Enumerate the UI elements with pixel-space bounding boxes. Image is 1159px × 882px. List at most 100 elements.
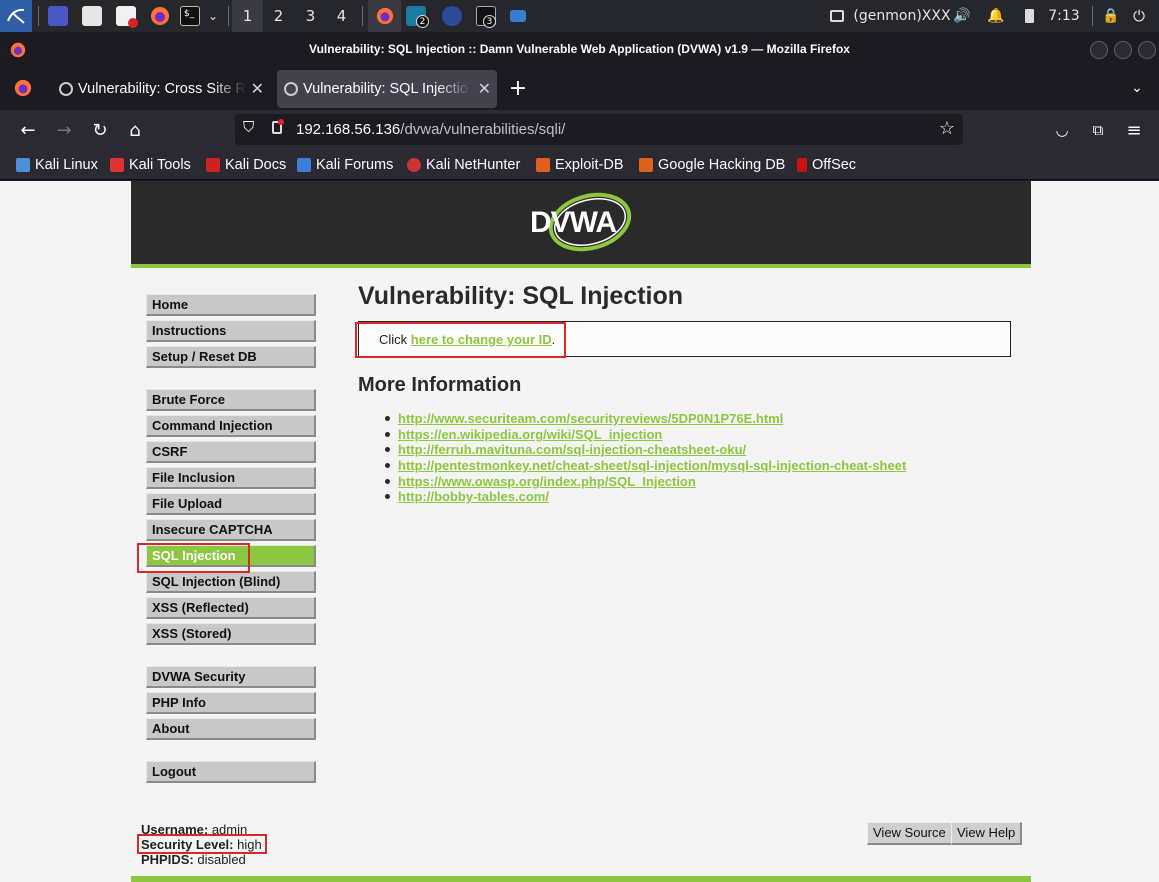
bookmark-google-hacking-db[interactable]: Google Hacking DB [639, 155, 785, 175]
highlight-security-level [137, 834, 267, 854]
extensions-puzzle-icon[interactable]: ⧉ [1083, 116, 1113, 144]
reload-icon[interactable]: ↻ [85, 116, 115, 144]
list-all-tabs-chevron-icon[interactable]: ⌄ [1122, 74, 1152, 102]
tab-sql-injection[interactable]: Vulnerability: SQL Injectio ✕ [277, 70, 497, 108]
menu-item-insecure-captcha[interactable]: Insecure CAPTCHA [146, 519, 316, 541]
menu-item-home[interactable]: Home [146, 294, 316, 316]
desktop-panel: $_ ⌄ 1 2 3 4 2 3 (genmon)XXX 🔊 🔔 7:13 🔒 … [0, 0, 1159, 32]
taskbar-badge: 3 [483, 15, 496, 28]
menu-item-command-injection[interactable]: Command Injection [146, 415, 316, 437]
url-text[interactable]: 192.168.56.136/dvwa/vulnerabilities/sqli… [296, 121, 565, 138]
bullet-icon [385, 447, 390, 453]
bullet-icon [385, 463, 390, 469]
more-info-link[interactable]: http://www.securiteam.com/securityreview… [398, 411, 783, 426]
more-info-link[interactable]: http://pentestmonkey.net/cheat-sheet/sql… [398, 458, 906, 473]
launcher-dropdown-chevron-icon[interactable]: ⌄ [204, 0, 222, 32]
close-window-button[interactable] [1138, 41, 1156, 59]
list-item: http://www.securiteam.com/securityreview… [385, 411, 906, 427]
bookmark-exploit-db[interactable]: Exploit-DB [536, 155, 624, 175]
bookmark-kali-docs[interactable]: Kali Docs [206, 155, 286, 175]
more-info-link[interactable]: http://ferruh.mavituna.com/sql-injection… [398, 442, 746, 457]
workspace-2[interactable]: 2 [263, 0, 294, 32]
menu-item-setup-reset-db[interactable]: Setup / Reset DB [146, 346, 316, 368]
ghdb-icon [639, 158, 653, 172]
workspace-3[interactable]: 3 [295, 0, 326, 32]
window-title: Vulnerability: SQL Injection :: Damn Vul… [309, 42, 850, 56]
genmon-label[interactable]: (genmon)XXX [853, 0, 950, 32]
back-arrow-icon[interactable]: ← [13, 116, 43, 144]
tracking-shield-icon[interactable]: ⛉ [243, 119, 254, 136]
footer-accent-bar [131, 876, 1031, 882]
taskbar-badge: 2 [416, 15, 429, 28]
maximize-window-button[interactable] [1114, 41, 1132, 59]
list-item: https://www.owasp.org/index.php/SQL_Inje… [385, 473, 906, 489]
view-source-button[interactable]: View Source [867, 822, 953, 845]
menu-item-php-info[interactable]: PHP Info [146, 692, 316, 714]
kali-forums-icon [297, 158, 311, 172]
bookmark-offsec[interactable]: OffSec [797, 155, 856, 175]
menu-item-logout[interactable]: Logout [146, 761, 316, 783]
more-information-list: http://www.securiteam.com/securityreview… [385, 411, 906, 505]
bookmark-star-icon[interactable]: ☆ [939, 118, 955, 139]
lock-screen-icon[interactable]: 🔒 [1100, 0, 1122, 32]
taskbar-window-icon[interactable] [510, 10, 526, 22]
close-tab-icon[interactable]: ✕ [251, 79, 264, 99]
tab-xss-reflected[interactable]: Vulnerability: Cross Site R ✕ [52, 70, 270, 108]
minimize-window-button[interactable] [1090, 41, 1108, 59]
pocket-icon[interactable]: ◡ [1047, 116, 1077, 144]
menu-item-file-inclusion[interactable]: File Inclusion [146, 467, 316, 489]
menu-item-xss-stored[interactable]: XSS (Stored) [146, 623, 316, 645]
kali-docs-icon [206, 158, 220, 172]
more-info-link[interactable]: https://en.wikipedia.org/wiki/SQL_inject… [398, 427, 662, 442]
clock[interactable]: 7:13 [1046, 0, 1082, 32]
notifications-bell-icon[interactable]: 🔔 [986, 0, 1006, 32]
home-icon[interactable]: ⌂ [120, 116, 150, 144]
tab-strip: Vulnerability: Cross Site R ✕ Vulnerabil… [0, 66, 1159, 110]
menu-item-file-upload[interactable]: File Upload [146, 493, 316, 515]
volume-icon[interactable]: 🔊 [952, 0, 972, 32]
menu-item-about[interactable]: About [146, 718, 316, 740]
more-info-link[interactable]: http://bobby-tables.com/ [398, 489, 549, 504]
nethunter-icon [407, 158, 421, 172]
workspace-1[interactable]: 1 [232, 0, 263, 32]
taskbar-firefox-icon[interactable] [368, 0, 401, 32]
terminal-launcher-icon[interactable]: $_ [180, 6, 200, 26]
bookmark-kali-linux[interactable]: Kali Linux [16, 155, 98, 175]
menu-item-instructions[interactable]: Instructions [146, 320, 316, 342]
text-editor-icon[interactable] [116, 6, 138, 28]
window-titlebar[interactable]: Vulnerability: SQL Injection :: Damn Vul… [0, 32, 1159, 66]
bullet-icon [385, 478, 390, 484]
bookmark-kali-nethunter[interactable]: Kali NetHunter [407, 155, 520, 175]
close-tab-icon[interactable]: ✕ [478, 79, 491, 99]
logout-power-icon[interactable]: ⏻ [1128, 0, 1150, 32]
taskbar-browser-icon[interactable] [442, 6, 462, 26]
offsec-icon [797, 158, 807, 172]
list-item: https://en.wikipedia.org/wiki/SQL_inject… [385, 427, 906, 443]
new-tab-plus-icon[interactable]: + [503, 74, 533, 102]
firefox-view-icon[interactable] [8, 74, 38, 102]
menu-item-csrf[interactable]: CSRF [146, 441, 316, 463]
address-bar[interactable]: ⛉ 192.168.56.136/dvwa/vulnerabilities/sq… [235, 114, 963, 145]
firefox-launcher-icon[interactable] [148, 0, 172, 32]
menu-item-dvwa-security[interactable]: DVWA Security [146, 666, 316, 688]
forward-arrow-icon[interactable]: → [49, 116, 79, 144]
bookmark-kali-tools[interactable]: Kali Tools [110, 155, 191, 175]
menu-item-xss-reflected[interactable]: XSS (Reflected) [146, 597, 316, 619]
file-manager-icon[interactable] [82, 6, 102, 26]
kali-menu-icon[interactable] [0, 0, 32, 32]
tab-label: Vulnerability: Cross Site R [78, 81, 246, 97]
navigation-toolbar: ← → ↻ ⌂ ⛉ 192.168.56.136/dvwa/vulnerabil… [0, 110, 1159, 150]
bookmark-kali-forums[interactable]: Kali Forums [297, 155, 393, 175]
kali-dragon-icon [16, 158, 30, 172]
battery-icon[interactable] [1020, 0, 1038, 32]
app-menu-hamburger-icon[interactable]: ≡ [1119, 116, 1149, 144]
dvwa-logo[interactable]: DVWA [528, 189, 638, 255]
workspace-4[interactable]: 4 [326, 0, 357, 32]
insecure-lock-icon[interactable] [272, 119, 284, 134]
more-info-link[interactable]: https://www.owasp.org/index.php/SQL_Inje… [398, 474, 696, 489]
phpids-line: PHPIDS: disabled [141, 852, 246, 867]
show-desktop-icon[interactable] [48, 6, 68, 26]
menu-item-sql-injection-blind[interactable]: SQL Injection (Blind) [146, 571, 316, 593]
menu-item-brute-force[interactable]: Brute Force [146, 389, 316, 411]
view-help-button[interactable]: View Help [951, 822, 1023, 845]
